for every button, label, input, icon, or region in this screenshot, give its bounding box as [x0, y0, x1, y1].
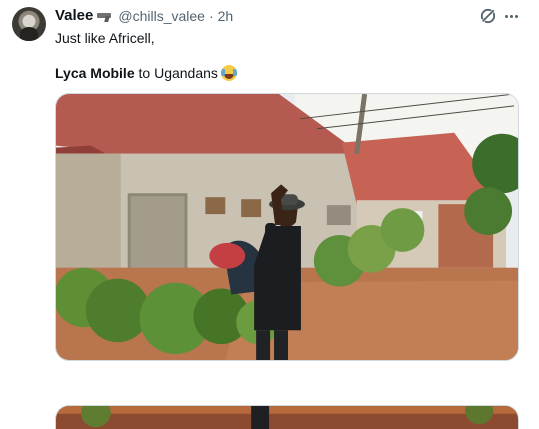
- second-photo-scene: [56, 406, 518, 429]
- header-separator: ·: [208, 8, 214, 24]
- profile-avatar[interactable]: [12, 7, 46, 41]
- more-options-icon[interactable]: [502, 7, 520, 25]
- second-photo-preview[interactable]: [55, 405, 519, 429]
- tweet-photo[interactable]: [55, 93, 519, 361]
- display-name[interactable]: Valee: [55, 7, 93, 25]
- tweet-text-line-one: Just like Africell,: [55, 30, 155, 46]
- tweet-text-line-two: Lyca Mobile to Ugandans: [55, 64, 237, 82]
- tweet-card[interactable]: Valee @chills_valee · 2h Just like Afric…: [0, 0, 539, 429]
- tweet-timestamp[interactable]: 2h: [218, 7, 234, 25]
- photo-scene: [56, 94, 518, 360]
- grok-icon[interactable]: [479, 7, 497, 25]
- loudly-crying-face-emoji-icon: [220, 65, 237, 81]
- tweet-header: Valee @chills_valee · 2h: [55, 7, 233, 25]
- bold-brand-text: Lyca Mobile: [55, 65, 135, 81]
- tweet-text-remainder: to Ugandans: [134, 65, 218, 81]
- user-handle[interactable]: @chills_valee: [118, 7, 205, 25]
- pistol-emoji-icon: [96, 10, 114, 22]
